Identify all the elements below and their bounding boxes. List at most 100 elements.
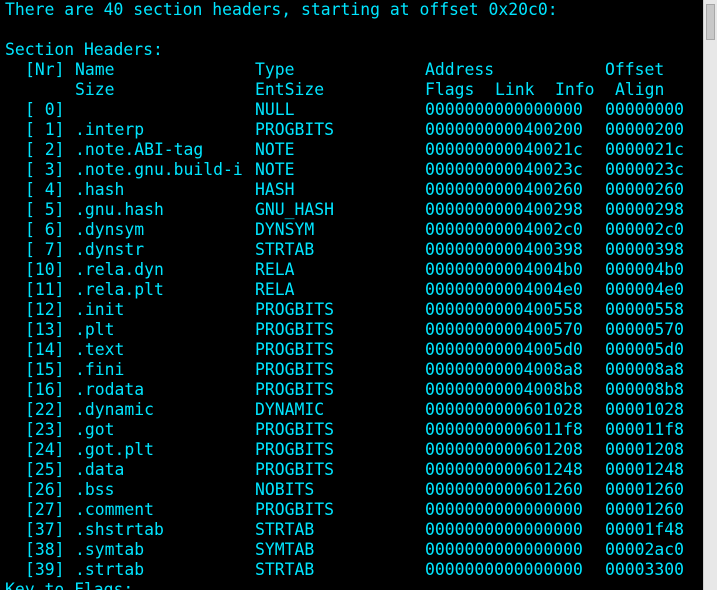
section-offset: 00003300: [605, 560, 684, 579]
section-type: STRTAB: [255, 520, 315, 539]
section-type: PROGBITS: [255, 320, 334, 339]
section-nr: [26]: [25, 480, 65, 499]
section-offset: 000011f8: [605, 420, 684, 439]
section-nr: [ 0]: [25, 100, 65, 119]
section-nr: [37]: [25, 520, 65, 539]
section-row: [27] .comment PROGBITS 0000000000000000 0000…: [0, 500, 703, 520]
section-row: [24] .got.plt PROGBITS 0000000000601208 0000…: [0, 440, 703, 460]
section-nr: [10]: [25, 260, 65, 279]
section-address: 0000000000601260: [425, 480, 583, 499]
section-nr: [38]: [25, 540, 65, 559]
section-type: NOBITS: [255, 480, 315, 499]
section-address: 0000000000000000: [425, 520, 583, 539]
section-row: [15] .fini PROGBITS 00000000004008a8 000008a…: [0, 360, 703, 380]
section-address: 0000000000400558: [425, 300, 583, 319]
column-header-row-1: [Nr] Name Type Address Offset: [0, 60, 703, 80]
section-type: NULL: [255, 100, 295, 119]
section-nr: [25]: [25, 460, 65, 479]
section-row: [23] .got PROGBITS 00000000006011f8 000011f8: [0, 420, 703, 440]
section-address: 00000000006011f8: [425, 420, 583, 439]
section-name: .hash: [75, 180, 125, 199]
section-nr: [27]: [25, 500, 65, 519]
section-type: PROGBITS: [255, 460, 334, 479]
section-address: 000000000040023c: [425, 160, 583, 179]
col-name-header: Name: [75, 60, 115, 79]
section-type: DYNAMIC: [255, 400, 325, 419]
section-offset: 00001208: [605, 440, 684, 459]
terminal-window[interactable]: There are 40 section headers, starting a…: [0, 0, 703, 590]
section-offset: 00002ac0: [605, 540, 684, 559]
section-offset: 00001028: [605, 400, 684, 419]
section-type: HASH: [255, 180, 295, 199]
section-name: .plt: [75, 320, 115, 339]
section-nr: [22]: [25, 400, 65, 419]
section-type: PROGBITS: [255, 380, 334, 399]
section-type: RELA: [255, 260, 295, 279]
section-address: 00000000004004e0: [425, 280, 583, 299]
section-name: .init: [75, 300, 125, 319]
section-type: PROGBITS: [255, 120, 334, 139]
section-row: [12] .init PROGBITS 0000000000400558 0000055…: [0, 300, 703, 320]
section-row: [ 4] .hash HASH 0000000000400260 00000260: [0, 180, 703, 200]
section-address: 0000000000400398: [425, 240, 583, 259]
scrollbar-thumb[interactable]: [706, 4, 715, 40]
section-address: 0000000000000000: [425, 100, 583, 119]
section-type: PROGBITS: [255, 300, 334, 319]
section-address: 00000000004002c0: [425, 220, 583, 239]
section-row: [ 1] .interp PROGBITS 0000000000400200 00000…: [0, 120, 703, 140]
vertical-scrollbar[interactable]: [703, 0, 717, 590]
section-name: .dynamic: [75, 400, 154, 419]
section-address: 0000000000601208: [425, 440, 583, 459]
section-offset: 00000558: [605, 300, 684, 319]
section-offset: 000008a8: [605, 360, 684, 379]
section-row: [16] .rodata PROGBITS 00000000004008b8 00000…: [0, 380, 703, 400]
section-address: 00000000004008b8: [425, 380, 583, 399]
section-offset: 000008b8: [605, 380, 684, 399]
section-address: 0000000000400570: [425, 320, 583, 339]
section-row: [37] .shstrtab STRTAB 0000000000000000 00001…: [0, 520, 703, 540]
col-size-header: Size: [75, 80, 115, 99]
section-type: SYMTAB: [255, 540, 315, 559]
section-address: 000000000040021c: [425, 140, 583, 159]
section-offset: 000004e0: [605, 280, 684, 299]
section-offset: 00000200: [605, 120, 684, 139]
section-offset: 00001260: [605, 500, 684, 519]
section-type: GNU_HASH: [255, 200, 334, 219]
section-address: 0000000000601248: [425, 460, 583, 479]
section-row: [26] .bss NOBITS 0000000000601260 00001260: [0, 480, 703, 500]
section-row: [38] .symtab SYMTAB 0000000000000000 00002ac…: [0, 540, 703, 560]
section-name: .comment: [75, 500, 154, 519]
section-row: [ 5] .gnu.hash GNU_HASH 0000000000400298 000…: [0, 200, 703, 220]
section-name: .fini: [75, 360, 125, 379]
section-name: .gnu.hash: [75, 200, 164, 219]
section-nr: [ 7]: [25, 240, 65, 259]
intro-text: There are 40 section headers, starting a…: [5, 0, 558, 19]
section-table: [ 0] NULL 0000000000000000 00000000[ 1] .int…: [0, 100, 703, 580]
section-nr: [ 6]: [25, 220, 65, 239]
section-address: 0000000000400260: [425, 180, 583, 199]
section-type: PROGBITS: [255, 360, 334, 379]
section-row: [39] .strtab STRTAB 0000000000000000 0000330…: [0, 560, 703, 580]
section-type: STRTAB: [255, 560, 315, 579]
section-offset: 00000000: [605, 100, 684, 119]
section-type: DYNSYM: [255, 220, 315, 239]
intro-line: There are 40 section headers, starting a…: [0, 0, 703, 20]
section-nr: [24]: [25, 440, 65, 459]
section-type: PROGBITS: [255, 420, 334, 439]
section-address: 0000000000400298: [425, 200, 583, 219]
section-offset: 000005d0: [605, 340, 684, 359]
section-row: [13] .plt PROGBITS 0000000000400570 00000570: [0, 320, 703, 340]
section-row: [10] .rela.dyn RELA 00000000004004b0 000004b…: [0, 260, 703, 280]
section-row: [ 2] .note.ABI-tag NOTE 000000000040021c 000…: [0, 140, 703, 160]
section-type: STRTAB: [255, 240, 315, 259]
col-align-header: Align: [615, 80, 665, 99]
section-offset: 00000260: [605, 180, 684, 199]
heading-text: Section Headers:: [5, 40, 163, 59]
section-nr: [11]: [25, 280, 65, 299]
section-address: 00000000004004b0: [425, 260, 583, 279]
section-nr: [ 2]: [25, 140, 65, 159]
section-offset: 00001260: [605, 480, 684, 499]
section-row: [14] .text PROGBITS 00000000004005d0 000005d…: [0, 340, 703, 360]
section-name: .note.gnu.build-i: [75, 160, 243, 179]
section-row: [25] .data PROGBITS 0000000000601248 0000124…: [0, 460, 703, 480]
